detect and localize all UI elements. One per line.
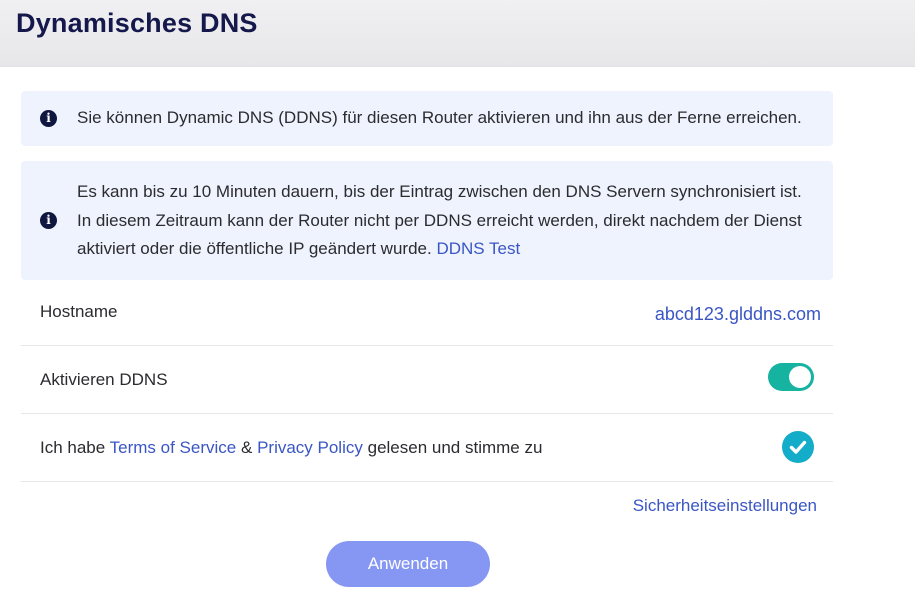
apply-button[interactable]: Anwenden <box>326 541 490 587</box>
info-icon: i <box>40 212 57 229</box>
hostname-row: Hostname abcd123.glddns.com <box>21 277 833 346</box>
terms-of-service-link[interactable]: Terms of Service <box>110 438 237 457</box>
info-box-sync-notice: i Es kann bis zu 10 Minuten dauern, bis … <box>21 161 833 280</box>
enable-ddns-row: Aktivieren DDNS <box>21 345 833 414</box>
terms-accept-checkbox[interactable] <box>782 431 814 463</box>
hostname-label: Hostname <box>40 302 118 321</box>
terms-text: Ich habe Terms of Service & Privacy Poli… <box>40 438 542 458</box>
page-title: Dynamisches DNS <box>16 8 258 38</box>
enable-ddns-label: Aktivieren DDNS <box>40 370 168 389</box>
terms-ampersand: & <box>240 438 253 457</box>
security-settings-link[interactable]: Sicherheitseinstellungen <box>633 496 817 516</box>
hostname-value-link[interactable]: abcd123.glddns.com <box>655 304 821 325</box>
terms-prefix: Ich habe <box>40 438 106 457</box>
info-text-line3: aktiviert oder die öffentliche IP geände… <box>77 239 432 258</box>
info-icon: i <box>40 110 57 127</box>
info-text: Es kann bis zu 10 Minuten dauern, bis de… <box>77 178 815 264</box>
info-text-line1: Es kann bis zu 10 Minuten dauern, bis de… <box>77 182 802 201</box>
ddns-test-link[interactable]: DDNS Test <box>436 239 520 258</box>
toggle-knob <box>789 366 811 388</box>
check-icon <box>789 440 807 454</box>
page-header: Dynamisches DNS <box>0 0 915 67</box>
enable-ddns-toggle[interactable] <box>768 363 814 391</box>
info-text-line2: In diesem Zeitraum kann der Router nicht… <box>77 210 802 230</box>
info-box-ddns-intro: i Sie können Dynamic DNS (DDNS) für dies… <box>21 91 833 146</box>
info-text: Sie können Dynamic DNS (DDNS) für diesen… <box>77 108 802 127</box>
terms-suffix: gelesen und stimme zu <box>367 438 543 457</box>
privacy-policy-link[interactable]: Privacy Policy <box>257 438 363 457</box>
terms-row: Ich habe Terms of Service & Privacy Poli… <box>21 413 833 482</box>
